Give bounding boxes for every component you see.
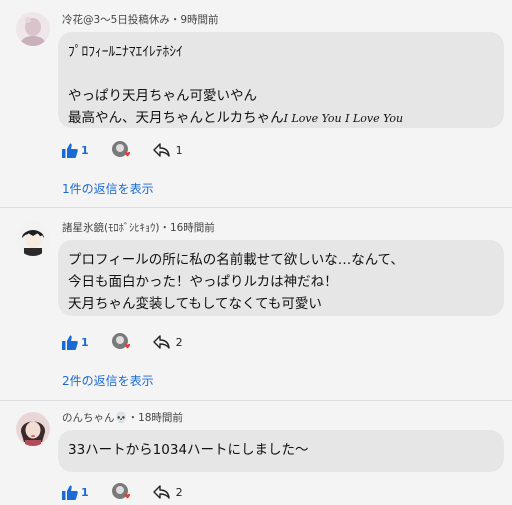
- comment-line: やっぱり天月ちゃん可愛いやん: [68, 88, 257, 104]
- comment-meta: 諸星氷鏡(ﾓﾛﾎﾞｼﾋｷｮｳ)・16時間前: [62, 222, 215, 234]
- heart-avatar-icon: [111, 333, 131, 351]
- like-button[interactable]: 1: [62, 335, 89, 350]
- divider: [0, 400, 512, 401]
- like-button[interactable]: 1: [62, 485, 89, 500]
- avatar[interactable]: [16, 222, 50, 256]
- comment-actions: 1 1: [62, 140, 183, 160]
- comment-line: 最高やん、天月ちゃんとルカちゃん: [68, 110, 284, 126]
- thumbs-up-icon: [62, 143, 78, 158]
- avatar[interactable]: [16, 412, 50, 446]
- reply-button[interactable]: 2: [152, 485, 183, 499]
- reply-count: 2: [175, 485, 183, 499]
- comment-bubble: 33ハートから1034ハートにしました〜: [58, 430, 504, 472]
- comment-bubble: プロフィールの所に私の名前載せて欲しいな…なんて、 今日も面白かった！やっぱりル…: [58, 240, 504, 316]
- reply-count: 2: [175, 335, 183, 349]
- comment-bubble: ﾌﾟﾛﾌｨｰﾙﾆﾅﾏｴｲﾚﾃﾎｼｲ やっぱり天月ちゃん可愛いやん 最高やん、天月…: [58, 32, 504, 128]
- reply-icon: [152, 335, 170, 349]
- comment-meta: のんちゃん💀・18時間前: [62, 412, 183, 424]
- heart-avatar-icon: [111, 141, 131, 159]
- comment-line: 今日も面白かった！やっぱりルカは神だね！: [68, 274, 338, 290]
- comment-line: プロフィールの所に私の名前載せて欲しいな…なんて、: [68, 252, 404, 268]
- view-replies-link[interactable]: 1件の返信を表示: [62, 180, 154, 197]
- like-count: 1: [81, 485, 89, 499]
- comment-line: 天月ちゃん変装してもしてなくても可愛い: [68, 296, 322, 312]
- comment-line: 33ハートから1034ハートにしました〜: [68, 442, 309, 458]
- heart-avatar-icon: [111, 483, 131, 501]
- like-count: 1: [81, 335, 89, 349]
- reply-button[interactable]: 2: [152, 335, 183, 349]
- comment-line: ﾌﾟﾛﾌｨｰﾙﾆﾅﾏｴｲﾚﾃﾎｼｲ: [68, 44, 183, 60]
- reply-button[interactable]: 1: [152, 143, 183, 157]
- comment-meta: 冷花@3〜5日投稿休み・9時間前: [62, 14, 219, 26]
- comment-italic-text: I Love You I Love You: [283, 112, 404, 125]
- divider: [0, 207, 512, 208]
- view-replies-link[interactable]: 2件の返信を表示: [62, 372, 154, 389]
- reply-count: 1: [175, 143, 183, 157]
- comment-actions: 1 2: [62, 482, 183, 502]
- like-count: 1: [81, 143, 89, 157]
- thumbs-up-icon: [62, 485, 78, 500]
- avatar[interactable]: [16, 12, 50, 46]
- like-button[interactable]: 1: [62, 143, 89, 158]
- comment-actions: 1 2: [62, 332, 183, 352]
- reply-icon: [152, 143, 170, 157]
- thumbs-up-icon: [62, 335, 78, 350]
- reply-icon: [152, 485, 170, 499]
